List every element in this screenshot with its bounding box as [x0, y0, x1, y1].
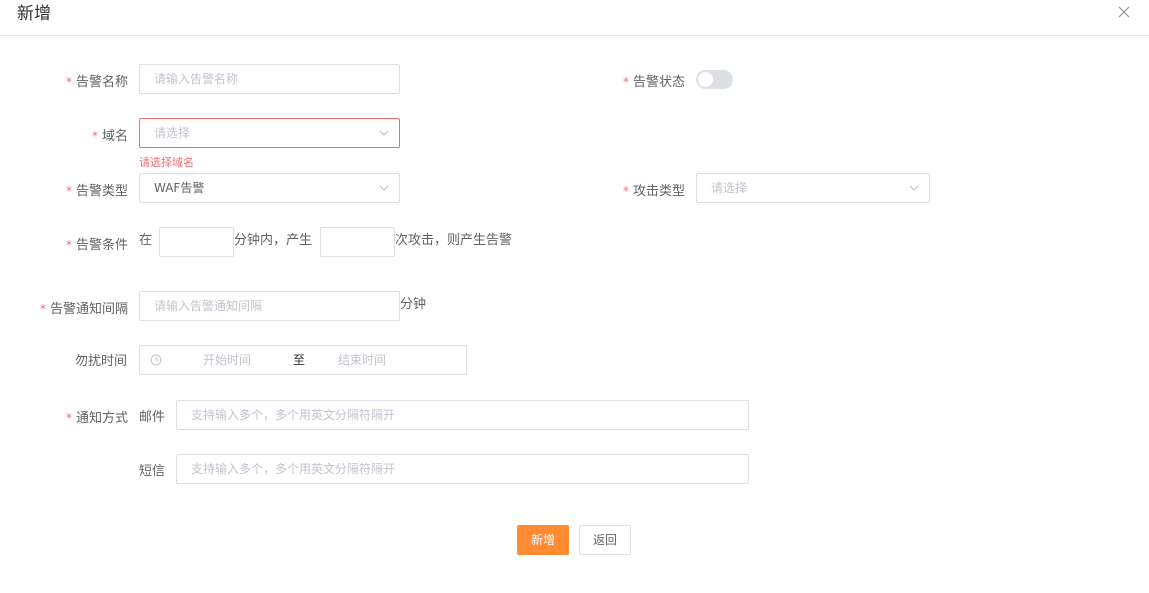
email-input[interactable]: [176, 400, 749, 430]
alarm-status-switch[interactable]: [696, 70, 733, 89]
switch-knob: [698, 72, 713, 87]
alarm-type-select[interactable]: WAF告警: [139, 173, 400, 203]
condition-suffix-text: 次攻击，则产生告警: [395, 233, 513, 248]
condition-minutes-input[interactable]: [159, 227, 234, 257]
dnd-start-time[interactable]: 开始时间: [203, 353, 251, 367]
chevron-down-icon: [379, 185, 389, 191]
chevron-down-icon: [909, 185, 919, 191]
domain-placeholder: 请选择: [154, 126, 191, 140]
alarm-condition-label: * 告警条件: [66, 238, 129, 253]
attack-type-placeholder: 请选择: [711, 181, 748, 195]
submit-button[interactable]: 新增: [517, 525, 569, 555]
attack-type-select[interactable]: 请选择: [696, 173, 930, 203]
dialog-title: 新增: [17, 4, 51, 24]
notify-method-label: * 通知方式: [66, 411, 129, 426]
condition-prefix-text: 在: [139, 233, 153, 248]
dnd-separator: 至: [293, 353, 306, 367]
back-button[interactable]: 返回: [579, 525, 631, 555]
notify-interval-unit: 分钟: [400, 297, 427, 312]
alarm-name-label: * 告警名称: [66, 75, 129, 90]
close-icon[interactable]: [1118, 6, 1130, 18]
dnd-end-time[interactable]: 结束时间: [338, 353, 386, 367]
domain-select[interactable]: 请选择: [139, 118, 400, 148]
sms-label: 短信: [139, 464, 166, 479]
chevron-down-icon: [379, 130, 389, 136]
attack-type-label: * 攻击类型: [623, 184, 686, 199]
notify-interval-input[interactable]: [139, 291, 400, 321]
alarm-type-label: * 告警类型: [66, 184, 129, 199]
domain-error-message: 请选择域名: [139, 156, 194, 169]
sms-input[interactable]: [176, 454, 749, 484]
email-label: 邮件: [139, 410, 166, 425]
dnd-time-label: 勿扰时间: [75, 354, 128, 369]
domain-label: * 域名: [92, 129, 129, 144]
dnd-time-range-picker[interactable]: 开始时间 至 结束时间: [139, 345, 467, 375]
alarm-name-input[interactable]: [139, 64, 400, 94]
condition-count-input[interactable]: [320, 227, 395, 257]
alarm-type-value: WAF告警: [154, 181, 205, 195]
condition-middle-text: 分钟内，产生: [234, 233, 313, 248]
clock-icon: [150, 354, 162, 366]
dialog-header: 新增: [0, 0, 1149, 36]
alarm-status-label: * 告警状态: [623, 75, 686, 90]
notify-interval-label: * 告警通知间隔: [40, 302, 129, 317]
